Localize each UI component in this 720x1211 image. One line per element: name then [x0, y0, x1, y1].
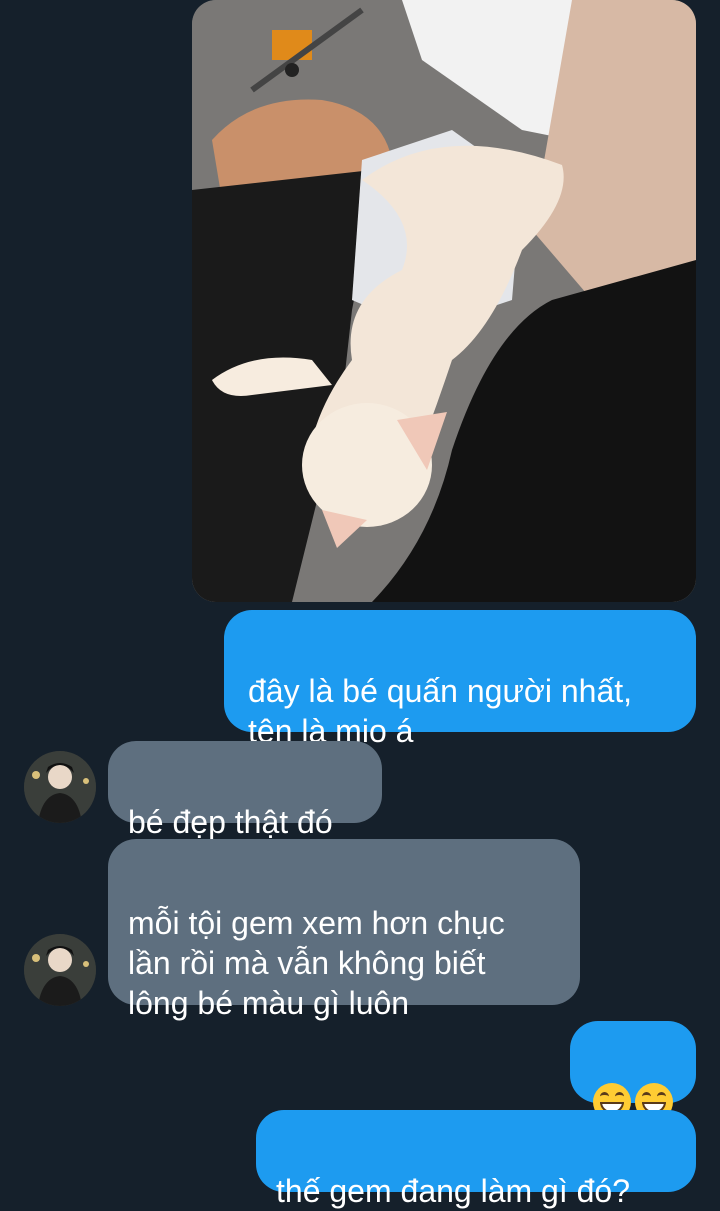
- avatar-image: [24, 751, 96, 823]
- message-text: đây là bé quấn người nhất, tên là mio á: [248, 673, 633, 749]
- avatar[interactable]: [24, 934, 96, 1006]
- message-text: thế gem đang làm gì đó?: [276, 1173, 631, 1209]
- incoming-message-bubble[interactable]: mỗi tội gem xem hơn chục lần rồi mà vẫn …: [108, 839, 580, 1021]
- incoming-message-bubble[interactable]: bé đẹp thật đó: [108, 741, 382, 840]
- avatar-image: [24, 934, 96, 1006]
- avatar[interactable]: [24, 751, 96, 823]
- message-text: bé đẹp thật đó: [128, 804, 333, 840]
- photo-message[interactable]: [192, 0, 696, 602]
- outgoing-emoji-bubble[interactable]: [570, 1021, 696, 1121]
- cat-photo-image: [192, 0, 696, 602]
- outgoing-message-bubble[interactable]: thế gem đang làm gì đó?: [256, 1110, 696, 1209]
- message-text: mỗi tội gem xem hơn chục lần rồi mà vẫn …: [128, 905, 505, 1021]
- outgoing-message-bubble[interactable]: đây là bé quấn người nhất, tên là mio á: [224, 610, 696, 749]
